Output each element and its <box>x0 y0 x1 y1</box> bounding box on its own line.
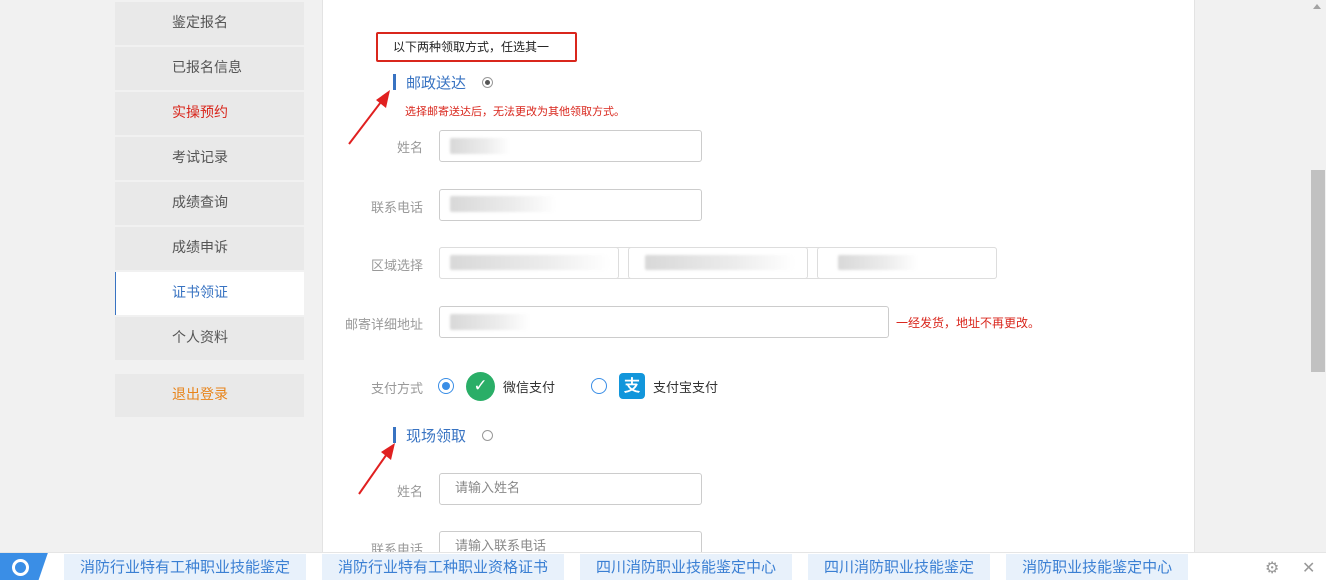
onsite-title: 现场领取 <box>406 426 467 445</box>
alipay-option[interactable]: 支 支付宝支付 <box>591 372 718 400</box>
redacted-value <box>450 314 530 330</box>
redacted-value <box>645 255 795 270</box>
sidebar-item-score-appeal[interactable]: 成绩申诉 <box>115 227 304 270</box>
search-logo-icon[interactable] <box>0 552 48 580</box>
keyword-link[interactable]: 四川消防职业技能鉴定中心 <box>580 553 793 580</box>
onsite-phone-field[interactable]: 请输入联系电话 <box>439 531 702 552</box>
keyword-link[interactable]: 消防行业特有工种职业技能鉴定 <box>64 553 307 580</box>
scroll-up-arrow-icon[interactable] <box>1313 4 1321 9</box>
notice-box: 以下两种领取方式，任选其一 <box>376 32 577 62</box>
postal-section-header[interactable]: 邮政送达 <box>393 73 494 92</box>
address-note: 一经发货，地址不再更改。 <box>896 316 1041 330</box>
sidebar-nav: 鉴定报名 已报名信息 实操预约 考试记录 成绩查询 成绩申诉 证书领证 个人资料… <box>115 0 304 419</box>
postal-title: 邮政送达 <box>406 73 467 92</box>
postal-phone-label: 联系电话 <box>370 201 423 216</box>
keyword-link[interactable]: 四川消防职业技能鉴定 <box>808 553 991 580</box>
wechat-pay-radio[interactable] <box>438 378 454 394</box>
onsite-section-header[interactable]: 现场领取 <box>393 426 494 445</box>
alipay-label: 支付宝支付 <box>653 380 719 396</box>
sidebar-item-exam-records[interactable]: 考试记录 <box>115 137 304 180</box>
sidebar-item-practical-booking[interactable]: 实操预约 <box>115 92 304 135</box>
sidebar-item-signed-info[interactable]: 已报名信息 <box>115 47 304 90</box>
sidebar-item-appraisal-signup[interactable]: 鉴定报名 <box>115 2 304 45</box>
payment-label: 支付方式 <box>370 382 423 397</box>
wechat-pay-option[interactable]: ✓ 微信支付 <box>438 371 556 401</box>
wechat-icon: ✓ <box>466 371 495 401</box>
sidebar-item-profile[interactable]: 个人资料 <box>115 317 304 360</box>
redacted-value <box>838 255 918 270</box>
redacted-value <box>450 138 510 154</box>
settings-gear-icon[interactable]: ⚙ <box>1265 558 1279 577</box>
scrollbar-thumb[interactable] <box>1311 170 1325 372</box>
address-label: 邮寄详细地址 <box>344 318 423 333</box>
sidebar-item-certificate[interactable]: 证书领证 <box>115 272 304 315</box>
alipay-radio[interactable] <box>591 378 607 394</box>
postal-warning: 选择邮寄送达后，无法更改为其他领取方式。 <box>405 105 625 118</box>
redacted-value <box>450 255 610 270</box>
bottom-search-bar: 消防行业特有工种职业技能鉴定 消防行业特有工种职业资格证书 四川消防职业技能鉴定… <box>0 552 1326 580</box>
keyword-link[interactable]: 消防职业技能鉴定中心 <box>1006 553 1189 580</box>
onsite-name-label: 姓名 <box>396 485 423 500</box>
logout-button[interactable]: 退出登录 <box>115 374 304 417</box>
keyword-link[interactable]: 消防行业特有工种职业资格证书 <box>322 553 565 580</box>
close-icon[interactable]: ✕ <box>1302 558 1315 577</box>
sidebar-item-score-query[interactable]: 成绩查询 <box>115 182 304 225</box>
alipay-icon: 支 <box>619 373 645 399</box>
postal-name-label: 姓名 <box>396 141 423 156</box>
onsite-radio[interactable] <box>482 429 494 441</box>
postal-radio[interactable] <box>482 76 494 88</box>
onsite-name-field[interactable]: 请输入姓名 <box>439 473 702 505</box>
redacted-value <box>450 196 556 212</box>
region-label: 区域选择 <box>370 259 423 274</box>
wechat-pay-label: 微信支付 <box>503 380 556 396</box>
